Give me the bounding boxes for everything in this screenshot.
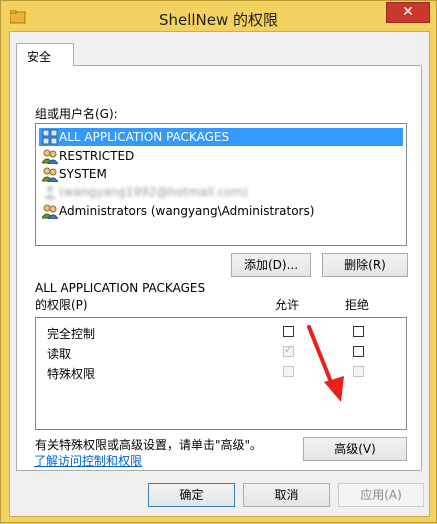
list-item[interactable]: (wangyang1992@hotmail.com) (39, 183, 403, 201)
users-group-icon (42, 204, 58, 219)
list-item[interactable]: RESTRICTED (39, 147, 403, 165)
allow-checkbox[interactable] (283, 326, 294, 337)
dialog-body: 安全 组或用户名(G): ALL APPLICATION PACKAGES RE… (9, 31, 430, 517)
deny-column-header: 拒绝 (345, 298, 370, 312)
permission-name: 读取 (47, 347, 72, 361)
cancel-button[interactable]: 取消 (243, 483, 330, 507)
principal-name: SYSTEM (59, 167, 107, 181)
permissions-window: ShellNew 的权限 ✕ 安全 组或用户名(G): ALL APPLICAT… (0, 0, 437, 523)
user-icon (44, 186, 56, 199)
tab-security[interactable]: 安全 (16, 43, 74, 66)
list-item[interactable]: Administrators (wangyang\Administrators) (39, 202, 403, 220)
window-title: ShellNew 的权限 (158, 11, 279, 29)
apply-button[interactable]: 应用(A) (338, 483, 424, 507)
groups-label: 组或用户名(G): (35, 107, 118, 121)
table-row: 特殊权限 (36, 363, 406, 383)
permissions-for-suffix: 的权限(P) (35, 298, 88, 312)
users-group-icon (42, 149, 58, 164)
permission-name: 完全控制 (47, 327, 96, 341)
allow-checkbox[interactable] (283, 366, 294, 377)
deny-checkbox[interactable] (353, 366, 364, 377)
principal-name: RESTRICTED (59, 149, 135, 163)
add-button[interactable]: 添加(D)... (231, 253, 311, 277)
learn-access-control-link[interactable]: 了解访问控制和权限 (34, 452, 142, 469)
permission-name: 特殊权限 (47, 367, 96, 381)
deny-checkbox[interactable] (353, 326, 364, 337)
app-packages-icon (42, 129, 58, 145)
principal-name: ALL APPLICATION PACKAGES (59, 130, 230, 144)
users-group-icon (42, 167, 58, 182)
permissions-list: 完全控制 读取 ✓ 特殊权限 (35, 317, 407, 430)
permissions-for-label: ALL APPLICATION PACKAGES (35, 281, 206, 295)
checkmark-icon: ✓ (284, 343, 294, 356)
allow-checkbox[interactable]: ✓ (283, 343, 294, 357)
table-row: 完全控制 (36, 323, 406, 343)
allow-column-header: 允许 (275, 298, 300, 312)
close-button[interactable]: ✕ (386, 2, 430, 23)
advanced-hint: 有关特殊权限或高级设置，请单击"高级"。 (35, 438, 263, 452)
principal-name: (wangyang1992@hotmail.com) (59, 185, 248, 199)
remove-button[interactable]: 删除(R) (322, 253, 408, 277)
security-tab-page: 组或用户名(G): ALL APPLICATION PACKAGES RESTR… (16, 65, 422, 471)
ok-button[interactable]: 确定 (148, 483, 235, 507)
principals-list[interactable]: ALL APPLICATION PACKAGES RESTRICTED SYST… (35, 123, 407, 246)
table-row: 读取 ✓ (36, 343, 406, 363)
list-item[interactable]: SYSTEM (39, 165, 403, 183)
deny-checkbox[interactable] (353, 346, 364, 357)
list-item[interactable]: ALL APPLICATION PACKAGES (39, 128, 403, 146)
principal-name: Administrators (wangyang\Administrators) (59, 204, 315, 218)
close-icon: ✕ (402, 4, 414, 20)
advanced-button[interactable]: 高级(V) (303, 437, 407, 461)
